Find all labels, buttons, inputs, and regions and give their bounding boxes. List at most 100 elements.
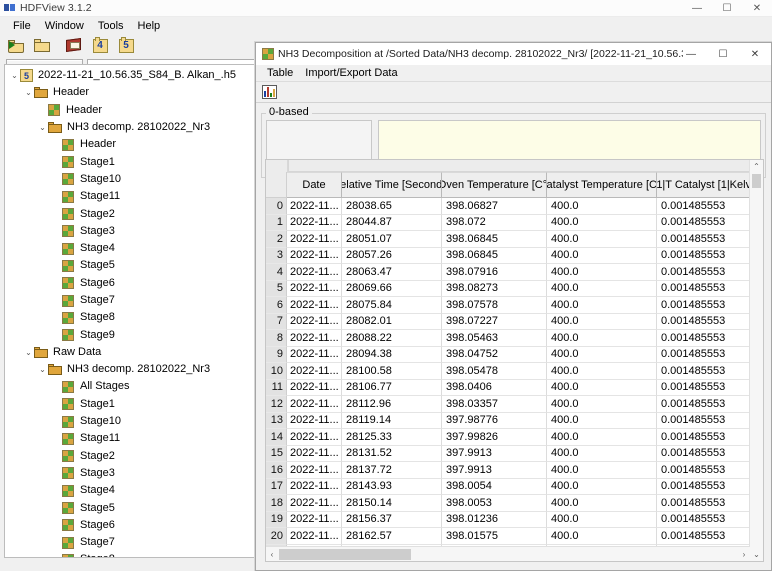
row-header[interactable]: 2 [266,231,287,248]
table-cell[interactable]: 2022-11... [287,462,342,479]
table-cell[interactable]: 0.001485553 [657,478,763,495]
table-cell[interactable]: 0.001485553 [657,462,763,479]
table-cell[interactable]: 400.0 [547,511,657,528]
dataset-maximize-button[interactable]: ☐ [707,43,739,65]
table-cell[interactable]: 28125.33 [342,429,442,446]
table-cell[interactable]: 398.01236 [442,511,547,528]
table-row[interactable]: 9 2022-11... 28094.38 398.04752 400.0 0.00148… [266,346,763,363]
menu-file[interactable]: File [6,19,38,33]
table-row[interactable]: 5 2022-11... 28069.66 398.08273 400.0 0.00148… [266,280,763,297]
table-cell[interactable]: 400.0 [547,412,657,429]
table-vertical-scrollbar[interactable]: ⌃ ⌄ [749,160,763,561]
hdf4-library-button[interactable]: 4 [90,36,110,55]
table-cell[interactable]: 2022-11... [287,264,342,281]
tree-item[interactable]: Stage4 [5,482,255,499]
table-row[interactable]: 18 2022-11... 28150.14 398.0053 400.0 0.00148… [266,495,763,512]
table-cell[interactable]: 0.001485553 [657,429,763,446]
row-header[interactable]: 1 [266,214,287,231]
scroll-up-icon[interactable]: ⌃ [750,160,763,173]
table-cell[interactable]: 2022-11... [287,297,342,314]
table-cell[interactable]: 0.001485553 [657,528,763,545]
table-column-header[interactable]: Catalyst Temperature [C°] [547,172,657,198]
table-cell[interactable]: 28075.84 [342,297,442,314]
table-cell[interactable]: 398.07916 [442,264,547,281]
table-cell[interactable]: 400.0 [547,214,657,231]
horizontal-scroll-track[interactable] [278,548,738,560]
table-cell[interactable]: 28082.01 [342,313,442,330]
table-cell[interactable]: 400.0 [547,462,657,479]
table-cell[interactable]: 28150.14 [342,495,442,512]
table-cell[interactable]: 0.001485553 [657,313,763,330]
table-cell[interactable]: 2022-11... [287,396,342,413]
dataset-close-button[interactable]: ✕ [739,43,771,65]
table-cell[interactable]: 0.001485553 [657,495,763,512]
close-button[interactable]: ✕ [742,0,772,16]
table-cell[interactable]: 0.001485553 [657,346,763,363]
table-row[interactable]: 8 2022-11... 28088.22 398.05463 400.0 0.00148… [266,330,763,347]
tree-item[interactable]: Stage10 [5,171,255,188]
table-cell[interactable]: 2022-11... [287,412,342,429]
table-cell[interactable]: 2022-11... [287,528,342,545]
table-cell[interactable]: 400.0 [547,313,657,330]
table-cell[interactable]: 398.01575 [442,528,547,545]
horizontal-scroll-thumb[interactable] [279,548,411,560]
tree-item[interactable]: Stage2 [5,448,255,465]
table-cell[interactable]: 2022-11... [287,247,342,264]
table-cell[interactable]: 398.05478 [442,363,547,380]
table-cell[interactable]: 398.03357 [442,396,547,413]
table-cell[interactable]: 0.001485553 [657,247,763,264]
menu-import-export-data[interactable]: Import/Export Data [299,67,403,79]
table-cell[interactable]: 28137.72 [342,462,442,479]
row-header[interactable]: 18 [266,495,287,512]
table-cell[interactable]: 400.0 [547,396,657,413]
table-cell[interactable]: 398.05463 [442,330,547,347]
tree-item[interactable]: Stage3 [5,465,255,482]
table-cell[interactable]: 2022-11... [287,429,342,446]
table-cell[interactable]: 28100.58 [342,363,442,380]
table-cell[interactable]: 2022-11... [287,363,342,380]
table-row[interactable]: 16 2022-11... 28137.72 397.9913 400.0 0.00148… [266,462,763,479]
table-row[interactable]: 12 2022-11... 28112.96 398.03357 400.0 0.0014… [266,396,763,413]
table-cell[interactable]: 398.0053 [442,495,547,512]
tree-item[interactable]: Header [5,136,255,153]
row-header[interactable]: 17 [266,478,287,495]
open-file-button[interactable] [6,36,26,55]
row-header[interactable]: 3 [266,247,287,264]
table-row[interactable]: 3 2022-11... 28057.26 398.06845 400.0 0.00148… [266,247,763,264]
tree-item[interactable]: ⌄ 5 2022-11-21_10.56.35_S84_B. Alkan_.h5 [5,67,255,84]
table-cell[interactable]: 400.0 [547,478,657,495]
tree-item[interactable]: All Stages [5,378,255,395]
table-cell[interactable]: 398.06827 [442,198,547,215]
table-cell[interactable]: 400.0 [547,247,657,264]
table-cell[interactable]: 2022-11... [287,495,342,512]
table-cell[interactable]: 28057.26 [342,247,442,264]
table-cell[interactable]: 400.0 [547,198,657,215]
row-header[interactable]: 14 [266,429,287,446]
table-row[interactable]: 2 2022-11... 28051.07 398.06845 400.0 0.00148… [266,231,763,248]
table-body[interactable]: 0 2022-11... 28038.65 398.06827 400.0 0.00148… [266,198,763,560]
chevron-down-icon[interactable]: ⌄ [37,123,48,132]
table-cell[interactable]: 0.001485553 [657,280,763,297]
chevron-down-icon[interactable]: ⌄ [9,71,20,80]
menu-table[interactable]: Table [261,67,299,79]
table-row[interactable]: 19 2022-11... 28156.37 398.01236 400.0 0.0014… [266,511,763,528]
tree-item[interactable]: Stage3 [5,223,255,240]
row-header[interactable]: 20 [266,528,287,545]
row-header[interactable]: 8 [266,330,287,347]
table-cell[interactable]: 398.07227 [442,313,547,330]
table-cell[interactable]: 398.04752 [442,346,547,363]
tree-item[interactable]: Stage4 [5,240,255,257]
table-column-header[interactable]: Date [287,172,342,198]
tree-item[interactable]: Stage11 [5,430,255,447]
table-row[interactable]: 15 2022-11... 28131.52 397.9913 400.0 0.00148… [266,445,763,462]
table-cell[interactable]: 398.0406 [442,379,547,396]
table-column-header[interactable]: Oven Temperature [C°] [442,172,547,198]
chevron-down-icon[interactable]: ⌄ [23,348,34,357]
table-row[interactable]: 20 2022-11... 28162.57 398.01575 400.0 0.0014… [266,528,763,545]
table-cell[interactable]: 397.9913 [442,462,547,479]
menu-tools[interactable]: Tools [91,19,131,33]
table-cell[interactable]: 0.001485553 [657,297,763,314]
table-cell[interactable]: 400.0 [547,445,657,462]
table-cell[interactable]: 2022-11... [287,330,342,347]
row-header[interactable]: 0 [266,198,287,215]
